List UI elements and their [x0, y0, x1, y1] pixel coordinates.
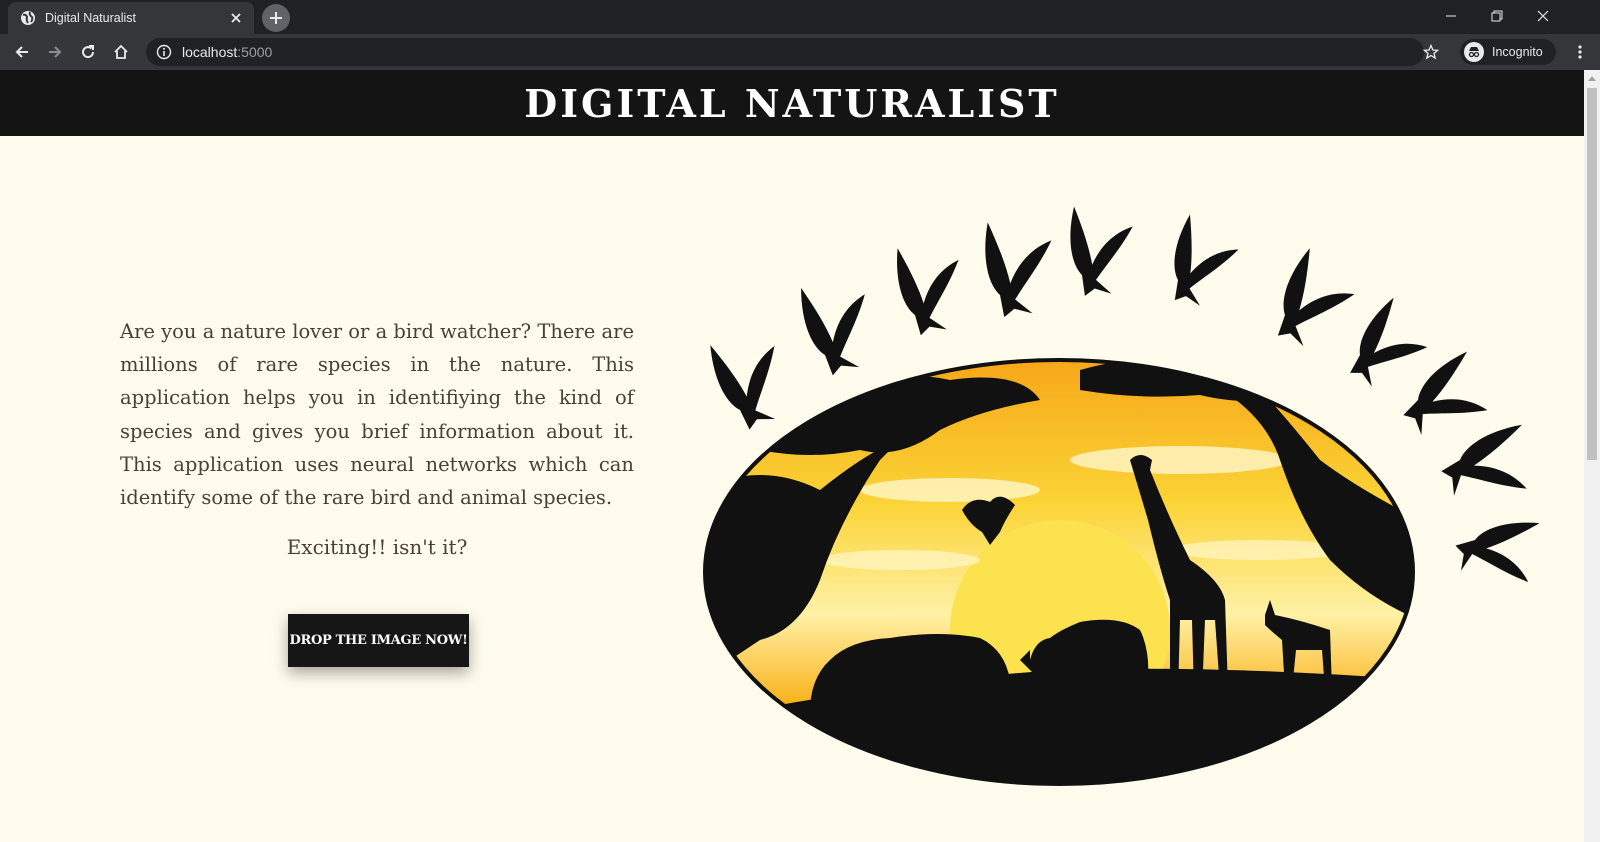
forward-button[interactable]: [41, 38, 69, 66]
browser-menu-button[interactable]: [1568, 38, 1592, 66]
new-tab-button[interactable]: [262, 4, 290, 32]
minimize-button[interactable]: [1428, 0, 1474, 32]
drop-image-button[interactable]: DROP THE IMAGE NOW!: [288, 614, 469, 667]
info-icon[interactable]: [156, 44, 172, 60]
globe-icon: [20, 10, 36, 26]
scroll-up-arrow[interactable]: [1584, 70, 1600, 86]
scrollbar-thumb[interactable]: [1587, 88, 1597, 460]
url-host: localhost: [182, 44, 238, 60]
incognito-profile-button[interactable]: Incognito: [1460, 39, 1556, 65]
restore-button[interactable]: [1474, 0, 1520, 32]
restore-icon: [1491, 10, 1503, 22]
site-header: DIGITAL NATURALIST: [0, 70, 1584, 136]
address-bar[interactable]: localhost:5000: [146, 38, 1424, 66]
close-icon: [1537, 10, 1549, 22]
wildlife-sunset-illustration: [703, 206, 1540, 786]
page-scrollbar[interactable]: [1584, 70, 1600, 842]
close-window-button[interactable]: [1520, 0, 1566, 32]
incognito-label: Incognito: [1492, 45, 1543, 59]
sunset-scene: [705, 360, 1413, 784]
more-vert-icon: [1578, 45, 1582, 59]
plus-icon: [270, 12, 282, 24]
back-button[interactable]: [8, 38, 36, 66]
browser-toolbar: localhost:5000 Incognito: [0, 34, 1600, 70]
close-icon[interactable]: [228, 10, 244, 26]
minimize-icon: [1446, 15, 1456, 17]
home-icon: [114, 44, 128, 59]
url-port: :5000: [237, 44, 273, 60]
back-icon: [15, 46, 28, 58]
bookmark-button[interactable]: [1417, 38, 1445, 66]
reload-icon: [82, 45, 95, 59]
tab-title: Digital Naturalist: [45, 11, 137, 25]
browser-tab[interactable]: Digital Naturalist: [8, 2, 254, 34]
page-viewport: DIGITAL NATURALIST Are you a nature love…: [0, 70, 1600, 842]
forward-icon: [49, 46, 62, 58]
star-icon: [1423, 44, 1439, 60]
home-button[interactable]: [107, 38, 135, 66]
reload-button[interactable]: [74, 38, 102, 66]
tab-strip: Digital Naturalist: [0, 0, 1600, 34]
tagline: Exciting!! isn't it?: [286, 535, 468, 559]
incognito-icon: [1464, 42, 1484, 62]
intro-paragraph: Are you a nature lover or a bird watcher…: [120, 320, 634, 510]
page-title: DIGITAL NATURALIST: [524, 80, 1060, 126]
